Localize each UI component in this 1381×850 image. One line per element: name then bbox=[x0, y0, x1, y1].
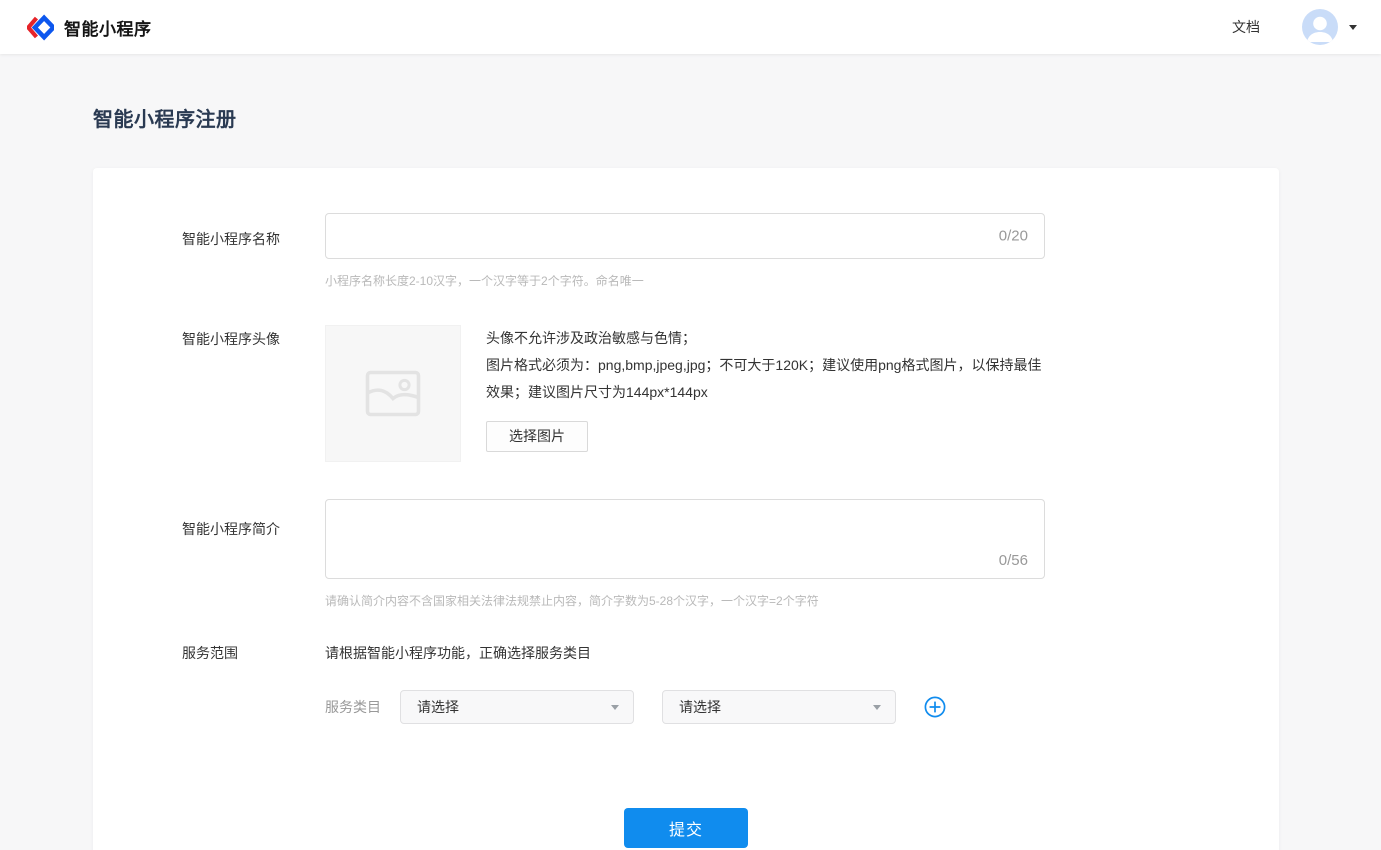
category-select-level2-value: 请选择 bbox=[679, 697, 721, 717]
caret-down-icon bbox=[873, 705, 881, 710]
name-input[interactable] bbox=[326, 214, 1044, 258]
brand-name: 智能小程序 bbox=[64, 15, 152, 40]
service-instruction: 请根据智能小程序功能，正确选择服务类目 bbox=[325, 643, 946, 663]
registration-form-card: 智能小程序名称 0/20 小程序名称长度2-10汉字，一个汉字等于2个字符。命名… bbox=[93, 168, 1279, 850]
avatar-rule-line2: 图片格式必须为：png,bmp,jpeg,jpg；不可大于120K；建议使用pn… bbox=[486, 352, 1042, 406]
name-field-row: 智能小程序名称 0/20 小程序名称长度2-10汉字，一个汉字等于2个字符。命名… bbox=[93, 213, 1279, 289]
docs-link[interactable]: 文档 bbox=[1232, 17, 1260, 37]
service-scope-row: 服务范围 请根据智能小程序功能，正确选择服务类目 服务类目 请选择 请选择 bbox=[93, 643, 1279, 724]
smart-mini-program-logo-icon bbox=[27, 14, 54, 41]
intro-field-hint: 请确认简介内容不含国家相关法律法规禁止内容，简介字数为5-28个汉字，一个汉字=… bbox=[325, 592, 1045, 609]
service-category-label: 服务类目 bbox=[325, 697, 400, 717]
image-placeholder-icon bbox=[365, 370, 421, 417]
choose-image-button[interactable]: 选择图片 bbox=[486, 421, 588, 452]
intro-textarea-box: 0/56 bbox=[325, 499, 1045, 579]
category-select-level1-value: 请选择 bbox=[417, 697, 459, 717]
avatar-field-row: 智能小程序头像 头像不允许涉及政治敏感与色情； 图片格式必须为：png,bmp,… bbox=[93, 325, 1279, 462]
caret-down-icon bbox=[1349, 25, 1357, 30]
category-select-level2[interactable]: 请选择 bbox=[662, 690, 896, 724]
intro-textarea[interactable] bbox=[326, 500, 1044, 578]
avatar-upload-dropzone[interactable] bbox=[325, 325, 461, 462]
top-nav-bar: 智能小程序 文档 bbox=[0, 0, 1381, 54]
name-field-label: 智能小程序名称 bbox=[182, 213, 325, 289]
name-field-hint: 小程序名称长度2-10汉字，一个汉字等于2个字符。命名唯一 bbox=[325, 272, 1045, 289]
caret-down-icon bbox=[611, 705, 619, 710]
account-menu[interactable] bbox=[1302, 9, 1357, 45]
page-title: 智能小程序注册 bbox=[93, 103, 1381, 132]
intro-field-label: 智能小程序简介 bbox=[182, 499, 325, 609]
brand-logo-group[interactable]: 智能小程序 bbox=[27, 14, 152, 41]
avatar-rule-line1: 头像不允许涉及政治敏感与色情； bbox=[486, 325, 1042, 352]
user-avatar-icon bbox=[1302, 9, 1338, 45]
name-input-box: 0/20 bbox=[325, 213, 1045, 259]
category-select-level1[interactable]: 请选择 bbox=[400, 690, 634, 724]
service-scope-label: 服务范围 bbox=[182, 643, 325, 724]
avatar-field-label: 智能小程序头像 bbox=[182, 325, 325, 462]
intro-field-row: 智能小程序简介 0/56 请确认简介内容不含国家相关法律法规禁止内容，简介字数为… bbox=[93, 499, 1279, 609]
submit-button[interactable]: 提交 bbox=[624, 808, 748, 848]
add-category-button[interactable] bbox=[924, 696, 946, 718]
